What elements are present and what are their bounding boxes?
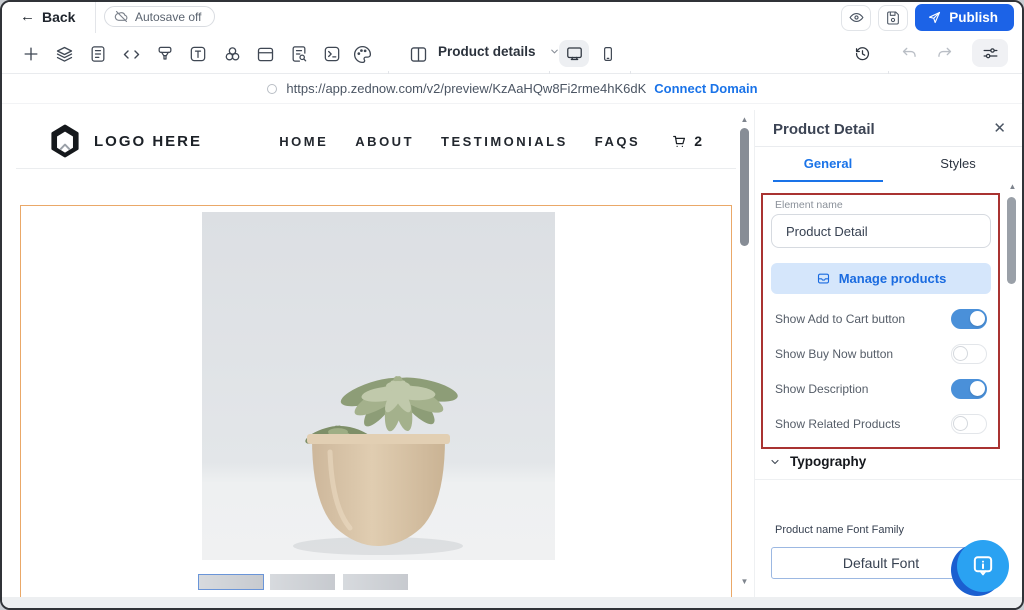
toggle-label: Show Description xyxy=(775,382,868,396)
site-logo-text: LOGO HERE xyxy=(94,133,202,150)
cart-button[interactable]: 2 xyxy=(670,132,702,150)
font-family-label: Product name Font Family xyxy=(775,524,904,536)
palette-icon[interactable] xyxy=(351,43,373,65)
toggle-row-buy-now: Show Buy Now button xyxy=(775,344,987,364)
preview-eye-button[interactable] xyxy=(841,5,871,31)
canvas-scrollbar-thumb[interactable] xyxy=(740,128,749,246)
settings-panel: Product Detail ✕ General Styles Element … xyxy=(754,110,1024,597)
scroll-down-arrow[interactable]: ▼ xyxy=(738,578,751,586)
split-view-icon[interactable] xyxy=(407,43,429,65)
editor-window: ← Back Autosave off xyxy=(0,0,1024,610)
globe-icon xyxy=(266,83,278,95)
preview-url: https://app.zednow.com/v2/preview/KzAaHQ… xyxy=(286,81,646,96)
autosave-toggle-pill[interactable]: Autosave off xyxy=(104,6,215,27)
tab-styles[interactable]: Styles xyxy=(903,156,1013,180)
site-header: LOGO HERE HOME ABOUT TESTIMONIALS FAQS 2 xyxy=(16,114,736,169)
site-nav: HOME ABOUT TESTIMONIALS FAQS xyxy=(279,134,640,149)
canvas-scrollbar[interactable]: ▲ ▼ xyxy=(738,110,751,597)
panel-scrollbar-thumb[interactable] xyxy=(1007,197,1016,284)
top-bar: ← Back Autosave off xyxy=(2,2,1022,33)
nav-item-home[interactable]: HOME xyxy=(279,134,328,149)
element-name-label: Element name xyxy=(775,199,843,211)
typography-section-header[interactable]: Typography xyxy=(769,454,866,469)
url-bar: https://app.zednow.com/v2/preview/KzAaHQ… xyxy=(2,74,1022,104)
panel-title: Product Detail xyxy=(773,121,875,138)
mobile-view-button[interactable] xyxy=(593,40,623,67)
blend-colors-icon[interactable] xyxy=(221,43,243,65)
toggle-row-related-products: Show Related Products xyxy=(775,414,987,434)
chevron-down-icon xyxy=(769,456,781,468)
site-canvas: LOGO HERE HOME ABOUT TESTIMONIALS FAQS 2 xyxy=(16,110,736,597)
layers-icon[interactable] xyxy=(53,43,75,65)
typography-label: Typography xyxy=(790,454,866,469)
sections-icon[interactable] xyxy=(254,43,276,65)
text-icon[interactable] xyxy=(187,43,209,65)
nav-item-testimonials[interactable]: TESTIMONIALS xyxy=(441,134,568,149)
chat-info-icon xyxy=(969,552,997,580)
image-thumbnail-2[interactable] xyxy=(270,574,335,590)
chevron-down-icon xyxy=(549,46,560,57)
manage-products-label: Manage products xyxy=(839,271,947,286)
code-icon[interactable] xyxy=(120,43,142,65)
tab-general[interactable]: General xyxy=(773,156,883,182)
related-products-toggle[interactable] xyxy=(951,414,987,434)
add-to-cart-toggle[interactable] xyxy=(951,309,987,329)
window-bottom-edge xyxy=(2,597,1022,608)
terminal-icon[interactable] xyxy=(321,43,343,65)
settings-sliders-button[interactable] xyxy=(972,39,1008,67)
back-label: Back xyxy=(42,9,75,25)
cart-count: 2 xyxy=(694,133,702,149)
cart-icon xyxy=(670,132,688,150)
image-thumbnail-1[interactable] xyxy=(198,574,264,590)
divider xyxy=(755,479,1024,480)
paint-icon[interactable] xyxy=(154,43,176,65)
description-toggle[interactable] xyxy=(951,379,987,399)
products-box-icon xyxy=(816,271,831,286)
element-name-input[interactable] xyxy=(771,214,991,248)
back-button[interactable]: ← Back xyxy=(20,8,75,25)
product-image[interactable] xyxy=(202,212,555,560)
pages-icon[interactable] xyxy=(87,43,109,65)
panel-scroll-up-arrow[interactable]: ▲ xyxy=(1006,183,1019,191)
history-button[interactable] xyxy=(849,40,876,67)
connect-domain-link[interactable]: Connect Domain xyxy=(654,81,757,96)
toggle-label: Show Related Products xyxy=(775,417,900,431)
cloud-off-icon xyxy=(114,9,129,24)
publish-button[interactable]: Publish xyxy=(915,4,1014,31)
desktop-view-button[interactable] xyxy=(559,40,589,67)
manage-products-button[interactable]: Manage products xyxy=(771,263,991,294)
undo-button[interactable] xyxy=(896,40,923,67)
back-arrow-icon: ← xyxy=(20,8,35,25)
autosave-label: Autosave off xyxy=(135,10,202,24)
page-selector-value: Product details xyxy=(438,44,536,59)
editor-toolbar: Product details xyxy=(2,33,1022,74)
toggle-label: Show Add to Cart button xyxy=(775,312,905,326)
nav-item-about[interactable]: ABOUT xyxy=(355,134,414,149)
scroll-up-arrow[interactable]: ▲ xyxy=(738,116,751,124)
add-element-icon[interactable] xyxy=(20,43,42,65)
publish-label: Publish xyxy=(949,10,998,25)
buy-now-toggle[interactable] xyxy=(951,344,987,364)
divider xyxy=(755,146,1024,147)
seo-search-icon[interactable] xyxy=(288,43,310,65)
help-chat-button[interactable] xyxy=(951,540,1007,596)
page-selector-dropdown[interactable]: Product details xyxy=(438,44,560,59)
site-logo-icon xyxy=(50,124,80,158)
image-thumbnail-3[interactable] xyxy=(343,574,408,590)
toggle-row-description: Show Description xyxy=(775,379,987,399)
redo-button[interactable] xyxy=(931,40,958,67)
nav-item-faqs[interactable]: FAQS xyxy=(595,134,640,149)
send-icon xyxy=(927,10,942,25)
toggle-row-add-to-cart: Show Add to Cart button xyxy=(775,309,987,329)
divider xyxy=(95,2,96,33)
close-icon[interactable]: ✕ xyxy=(993,119,1006,137)
toggle-label: Show Buy Now button xyxy=(775,347,893,361)
save-button[interactable] xyxy=(878,5,908,31)
